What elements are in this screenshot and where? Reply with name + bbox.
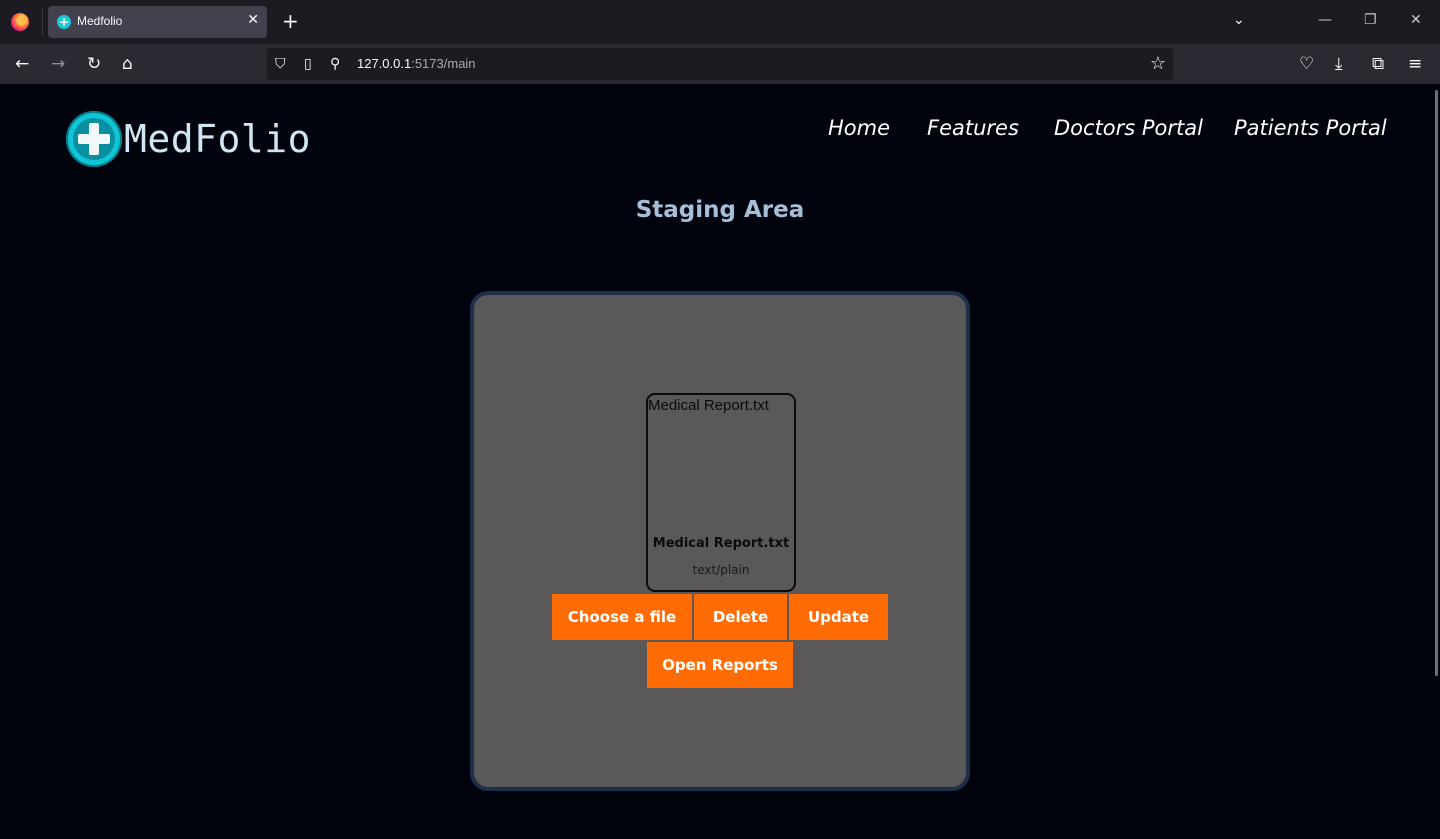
firefox-icon[interactable] bbox=[11, 13, 29, 31]
plus-icon: + bbox=[57, 15, 71, 29]
star-icon[interactable]: ☆ bbox=[1150, 53, 1166, 74]
cross-icon bbox=[78, 134, 110, 144]
pocket-icon[interactable]: ♡ bbox=[1299, 53, 1314, 75]
tab-separator bbox=[42, 8, 43, 36]
medfolio-logo[interactable] bbox=[66, 111, 122, 167]
url-bar[interactable]: ⛉ ▯ ⚲ 127.0.0.1:5173/main ☆ bbox=[267, 48, 1173, 80]
url-host: 127.0.0.1 bbox=[357, 56, 412, 71]
download-icon[interactable]: ⤓ bbox=[1335, 53, 1343, 75]
shield-icon[interactable]: ⛉ bbox=[275, 55, 286, 73]
extensions-icon[interactable]: ⧉ bbox=[1372, 53, 1384, 75]
file-type: text/plain bbox=[692, 563, 750, 577]
page-icon[interactable]: ▯ bbox=[304, 55, 312, 73]
scrollbar[interactable] bbox=[1435, 90, 1438, 676]
permissions-icon[interactable]: ⚲ bbox=[330, 55, 340, 73]
url-text[interactable]: 127.0.0.1:5173/main bbox=[357, 56, 476, 71]
nav-features[interactable]: Features bbox=[927, 116, 1019, 140]
choose-file-button[interactable]: Choose a file bbox=[552, 594, 692, 640]
staging-area-panel: Medical Report.txt Medical Report.txt te… bbox=[470, 291, 970, 791]
back-icon[interactable]: ← bbox=[15, 53, 29, 75]
menu-icon[interactable]: ≡ bbox=[1408, 53, 1422, 75]
page: MedFolio Home Features Doctors Portal Pa… bbox=[0, 84, 1440, 839]
page-title: Staging Area bbox=[635, 197, 805, 223]
browser-tab-bar: + Medfolio ✕ + ⌄ — ❐ ✕ bbox=[0, 0, 1440, 44]
file-preview: Medical Report.txt bbox=[648, 397, 769, 414]
browser-nav-bar: ← → ↻ ⌂ ⛉ ▯ ⚲ 127.0.0.1:5173/main ☆ ♡ ⤓ … bbox=[0, 44, 1440, 84]
logo-circle bbox=[73, 118, 115, 160]
update-button[interactable]: Update bbox=[789, 594, 888, 640]
file-card[interactable]: Medical Report.txt Medical Report.txt te… bbox=[646, 393, 796, 592]
restore-icon[interactable]: ❐ bbox=[1364, 12, 1377, 28]
nav-patients-portal[interactable]: Patients Portal bbox=[1234, 116, 1387, 140]
file-name: Medical Report.txt bbox=[652, 536, 790, 551]
reload-icon[interactable]: ↻ bbox=[87, 53, 101, 75]
nav-doctors-portal[interactable]: Doctors Portal bbox=[1054, 116, 1203, 140]
tab-title: Medfolio bbox=[77, 14, 123, 28]
home-icon[interactable]: ⌂ bbox=[122, 53, 133, 75]
url-path: :5173/main bbox=[411, 56, 476, 71]
open-reports-button[interactable]: Open Reports bbox=[647, 642, 793, 688]
delete-button[interactable]: Delete bbox=[694, 594, 787, 640]
browser-tab[interactable]: + Medfolio ✕ bbox=[48, 6, 267, 38]
brand-name[interactable]: MedFolio bbox=[124, 117, 311, 161]
new-tab-icon[interactable]: + bbox=[282, 10, 299, 32]
chevron-down-icon[interactable]: ⌄ bbox=[1233, 12, 1245, 28]
minimize-icon[interactable]: — bbox=[1318, 12, 1332, 28]
nav-home[interactable]: Home bbox=[828, 116, 890, 140]
close-tab-icon[interactable]: ✕ bbox=[247, 12, 259, 28]
forward-icon[interactable]: → bbox=[51, 53, 65, 75]
window-close-icon[interactable]: ✕ bbox=[1410, 12, 1422, 28]
